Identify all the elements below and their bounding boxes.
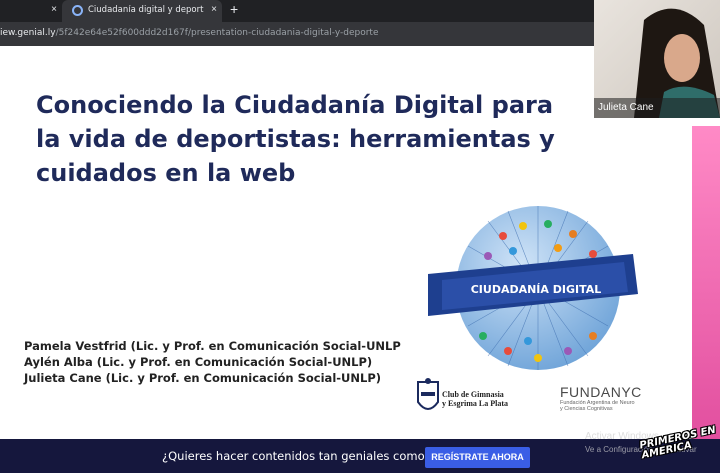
slide-title-line: cuidados en la web <box>36 159 296 187</box>
fundanyc-logo: FUNDANYC Fundación Argentina de Neuro y … <box>560 384 680 424</box>
author-line: Aylén Alba (Lic. y Prof. en Comunicación… <box>24 355 373 369</box>
slide-title: Conociendo la Ciudadanía Digital para la… <box>36 88 596 190</box>
tab-previous[interactable]: × <box>0 0 62 22</box>
fundanyc-subtitle: y Ciencias Cognitivas <box>560 406 613 412</box>
webcam-video: Julieta Cane <box>594 0 720 118</box>
authors-list: Pamela Vestfrid (Lic. y Prof. en Comunic… <box>24 338 401 386</box>
club-gimnasia-logo: Club de Gimnasia y Esgrima La Plata <box>416 378 526 422</box>
new-tab-icon[interactable]: + <box>230 1 238 17</box>
club-crest-icon <box>417 378 439 410</box>
digital-citizenship-globe: CIUDADANÍA DIGITAL <box>428 196 638 396</box>
club-name: Club de Gimnasia y Esgrima La Plata <box>442 390 508 408</box>
close-icon[interactable]: × <box>48 4 60 15</box>
slide-title-line: la vida de deportistas: herramientas y <box>36 125 555 153</box>
tab-genially[interactable]: Ciudadanía digital y deporte por × <box>62 0 222 22</box>
url-path: /5f242e64e52f600ddd2d167f/presentation-c… <box>55 28 379 38</box>
fundanyc-name: FUNDANYC <box>560 384 642 400</box>
genially-favicon-icon <box>72 5 83 16</box>
url-domain: iew.genial.ly <box>0 28 56 38</box>
globe-illustration-icon: CIUDADANÍA DIGITAL <box>428 206 638 370</box>
globe-banner-text: CIUDADANÍA DIGITAL <box>471 283 602 296</box>
club-name-line: y Esgrima La Plata <box>442 399 508 408</box>
url-text[interactable]: iew.genial.ly/5f242e64e52f600ddd2d167f/p… <box>0 28 378 38</box>
tab-title: Ciudadanía digital y deporte por <box>88 5 204 15</box>
club-name-line: Club de Gimnasia <box>442 390 504 399</box>
author-line: Pamela Vestfrid (Lic. y Prof. en Comunic… <box>24 339 401 353</box>
slide-title-line: Conociendo la Ciudadanía Digital para <box>36 91 554 119</box>
participant-name: Julieta Cane <box>594 98 720 118</box>
promo-text: ¿Quieres hacer contenidos tan geniales c… <box>162 449 460 463</box>
decorative-side-bar <box>692 126 720 439</box>
author-line: Julieta Cane (Lic. y Prof. en Comunicaci… <box>24 371 382 385</box>
close-icon[interactable]: × <box>208 4 220 15</box>
register-button[interactable]: REGÍSTRATE AHORA <box>425 447 530 468</box>
